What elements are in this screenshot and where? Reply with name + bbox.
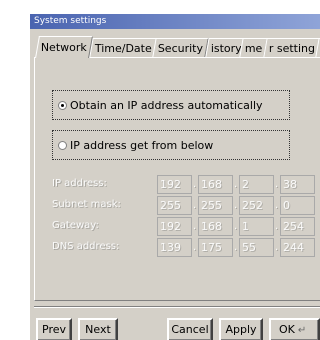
dns-octet-2[interactable]: 175 bbox=[198, 238, 233, 257]
gateway-octet-1[interactable]: 192 bbox=[157, 217, 192, 236]
dot-separator: . bbox=[234, 242, 238, 253]
dot-separator: . bbox=[275, 179, 279, 190]
dns-octet-1[interactable]: 139 bbox=[157, 238, 192, 257]
manual-ip-option[interactable]: IP address get from below bbox=[52, 130, 290, 160]
auto-ip-label: Obtain an IP address automatically bbox=[70, 99, 263, 112]
gateway-octet-2[interactable]: 168 bbox=[198, 217, 233, 236]
dot-separator: . bbox=[275, 200, 279, 211]
dot-separator: . bbox=[275, 242, 279, 253]
dot-separator: . bbox=[193, 200, 197, 211]
gateway-octet-4[interactable]: 254 bbox=[280, 217, 315, 236]
subnet-octet-2[interactable]: 255 bbox=[198, 196, 233, 215]
tab-label: istory bbox=[210, 42, 242, 55]
dot-separator: . bbox=[234, 179, 238, 190]
window-title: System settings bbox=[30, 14, 320, 29]
tab-label: Security bbox=[157, 42, 203, 55]
gateway-octet-3[interactable]: 1 bbox=[239, 217, 274, 236]
dot-separator: . bbox=[234, 200, 238, 211]
subnet-octet-3[interactable]: 252 bbox=[239, 196, 274, 215]
dot-separator: . bbox=[193, 242, 197, 253]
next-button[interactable]: Next bbox=[78, 318, 118, 340]
tab-security[interactable]: Security bbox=[152, 38, 209, 57]
button-divider bbox=[34, 306, 320, 308]
cancel-button[interactable]: Cancel bbox=[167, 318, 213, 340]
enter-icon: ↵ bbox=[297, 325, 307, 336]
tab-bar: Network Time/Date Security istory me r s… bbox=[34, 36, 320, 58]
ip-octet-2[interactable]: 168 bbox=[198, 175, 233, 194]
settings-window: System settings Network Time/Date Securi… bbox=[30, 14, 320, 340]
prev-button[interactable]: Prev bbox=[36, 318, 72, 340]
ip-address-label: IP address: bbox=[52, 178, 107, 189]
ip-octet-4[interactable]: 38 bbox=[280, 175, 315, 194]
radio-unselected-icon[interactable] bbox=[58, 140, 67, 150]
auto-ip-option[interactable]: Obtain an IP address automatically bbox=[52, 90, 290, 120]
ip-octet-1[interactable]: 192 bbox=[157, 175, 192, 194]
radio-selected-icon[interactable] bbox=[58, 100, 67, 110]
dot-separator: . bbox=[193, 221, 197, 232]
tab-label: Network bbox=[40, 41, 87, 54]
dns-address-label: DNS address: bbox=[52, 241, 120, 252]
tab-time-date[interactable]: Time/Date bbox=[89, 38, 158, 57]
ok-button[interactable]: OK ↵ bbox=[269, 318, 320, 340]
dot-separator: . bbox=[234, 221, 238, 232]
subnet-mask-label: Subnet mask: bbox=[52, 199, 121, 210]
tab-network[interactable]: Network bbox=[35, 36, 93, 58]
tab-label: me bbox=[244, 42, 263, 55]
ip-octet-3[interactable]: 2 bbox=[239, 175, 274, 194]
tab-label: Time/Date bbox=[94, 42, 152, 55]
dns-octet-4[interactable]: 244 bbox=[280, 238, 315, 257]
tab-label: r setting bbox=[268, 42, 315, 55]
gateway-label: Gateway: bbox=[52, 220, 99, 231]
subnet-octet-4[interactable]: 0 bbox=[280, 196, 315, 215]
dns-octet-3[interactable]: 55 bbox=[239, 238, 274, 257]
subnet-octet-1[interactable]: 255 bbox=[157, 196, 192, 215]
apply-button[interactable]: Apply bbox=[219, 318, 263, 340]
dot-separator: . bbox=[193, 179, 197, 190]
manual-ip-label: IP address get from below bbox=[70, 139, 214, 152]
dot-separator: . bbox=[275, 221, 279, 232]
ok-label: OK bbox=[279, 323, 295, 336]
tab-user-setting[interactable]: r setting bbox=[263, 38, 320, 57]
